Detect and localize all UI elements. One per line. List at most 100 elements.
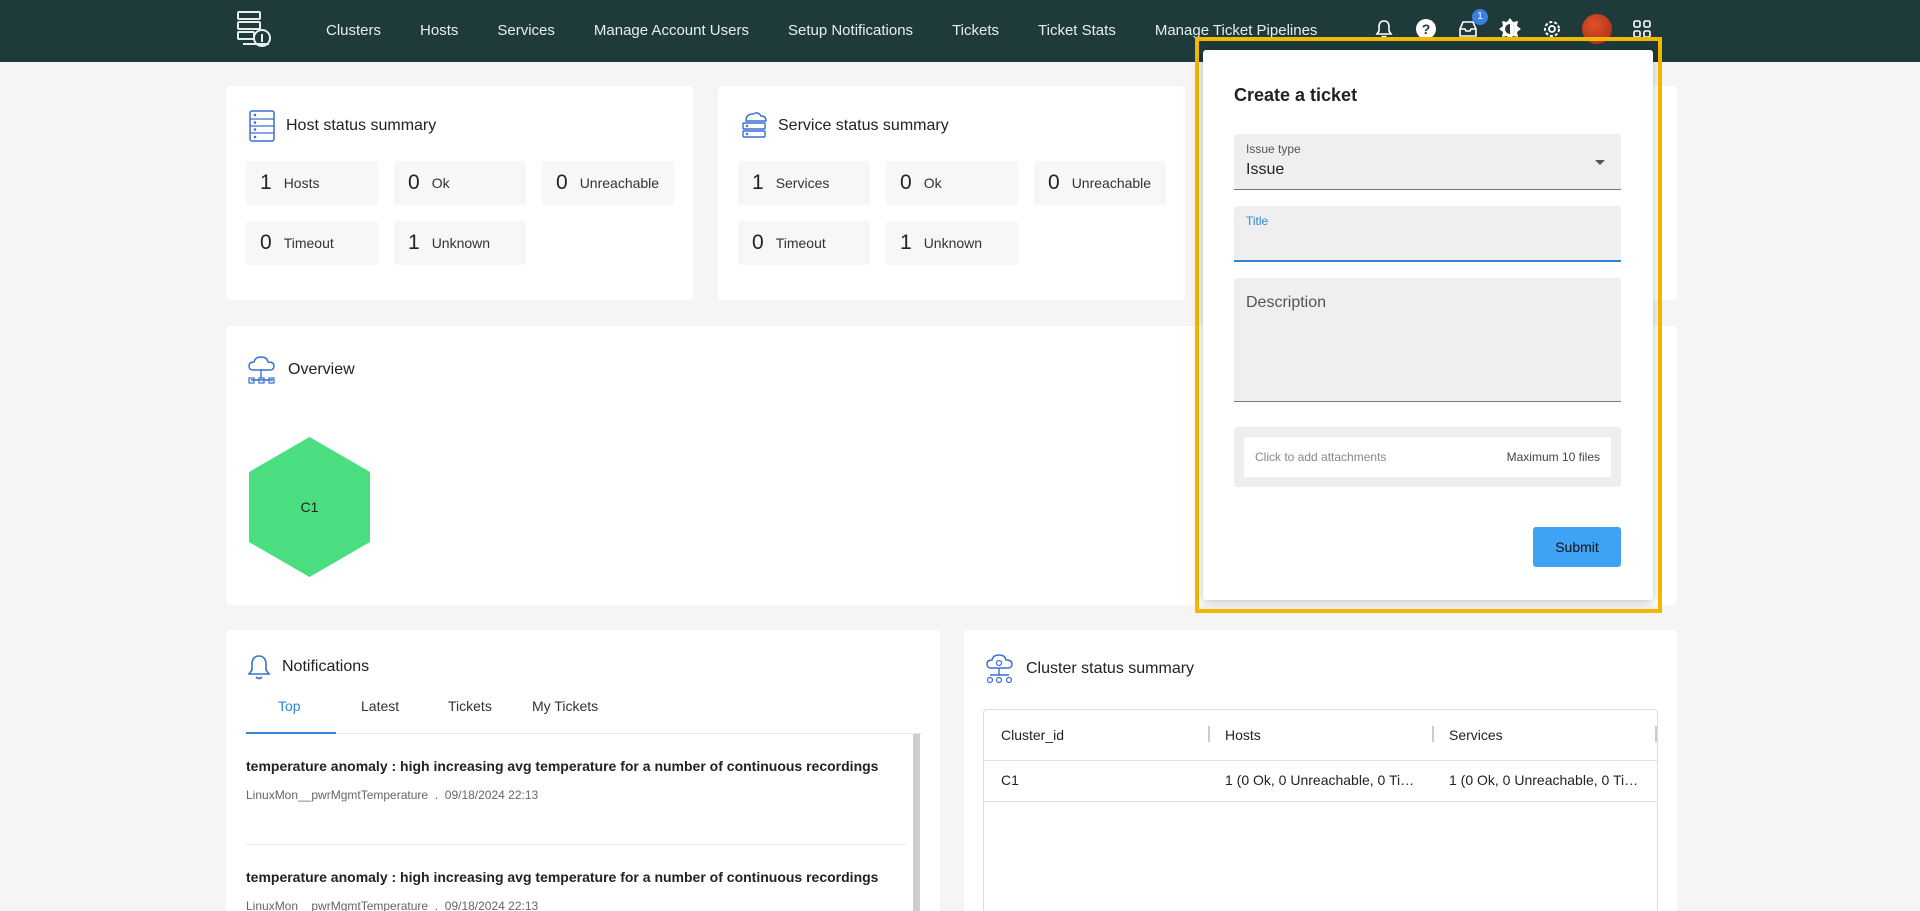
attachments-placeholder: Click to add attachments: [1255, 450, 1387, 464]
nav-manage-account-users[interactable]: Manage Account Users: [594, 22, 749, 39]
title-input[interactable]: Title: [1234, 206, 1621, 262]
stat-label: Ok: [431, 175, 450, 191]
notification-divider: [246, 844, 906, 845]
notification-list: temperature anomaly : high increasing av…: [246, 734, 920, 911]
service-stat-unknown: 1 Unknown: [886, 221, 1018, 265]
tab-top[interactable]: Top: [278, 698, 301, 714]
nav-hosts[interactable]: Hosts: [420, 22, 458, 39]
stat-number: 0: [260, 231, 272, 254]
nav-ticket-stats[interactable]: Ticket Stats: [1038, 22, 1116, 39]
list-item[interactable]: temperature anomaly : high increasing av…: [246, 869, 906, 911]
host-stat-ok: 0 Ok: [394, 161, 526, 205]
cell-hosts[interactable]: 1 (0 Ok, 0 Unreachable, 0 Timeout, 1 Unk…: [1225, 772, 1421, 788]
stat-label: Unreachable: [1071, 175, 1152, 191]
stat-number: 1: [752, 171, 764, 194]
column-separator[interactable]: [1208, 726, 1210, 742]
service-stat-timeout: 0 Timeout: [738, 221, 870, 265]
stat-number: 1: [408, 231, 420, 254]
stat-number: 0: [556, 171, 568, 194]
stat-label: Timeout: [283, 235, 334, 251]
overview-title-text: Overview: [288, 361, 355, 378]
issue-type-select[interactable]: Issue type Issue: [1234, 134, 1621, 190]
submit-button[interactable]: Submit: [1533, 527, 1621, 567]
issue-type-value: Issue: [1246, 161, 1285, 178]
notification-time: 09/18/2024 22:13: [444, 788, 539, 802]
cell-services[interactable]: 1 (0 Ok, 0 Unreachable, 0 Timeout, 1 Unk…: [1449, 772, 1645, 788]
stat-number: 0: [408, 171, 420, 194]
notifications-title-text: Notifications: [282, 658, 370, 675]
notification-time: 09/18/2024 22:13: [444, 899, 539, 911]
description-label: Description: [1246, 294, 1327, 311]
stat-label: Unknown: [431, 235, 491, 251]
cluster-status-title-text: Cluster status summary: [1026, 660, 1195, 677]
cluster-status-title: Cluster status summary: [984, 653, 1194, 685]
host-stat-hosts: 1 Hosts: [246, 161, 378, 205]
notification-scrollbar[interactable]: [913, 734, 920, 911]
column-separator[interactable]: [1432, 726, 1434, 742]
row-divider: [984, 801, 1657, 802]
host-status-title: Host status summary: [248, 109, 436, 143]
nav-tickets[interactable]: Tickets: [952, 22, 999, 39]
column-separator[interactable]: [1655, 726, 1657, 742]
notification-title: temperature anomaly : high increasing av…: [246, 758, 879, 774]
attachments-max: Maximum 10 files: [1506, 450, 1600, 464]
tab-tickets[interactable]: Tickets: [448, 698, 492, 714]
stat-number: 0: [900, 171, 912, 194]
cluster-cloud-icon: [986, 654, 1013, 684]
attachments-dropzone[interactable]: Click to add attachments Maximum 10 file…: [1244, 437, 1611, 477]
host-stat-unknown: 1 Unknown: [394, 221, 526, 265]
column-header-services[interactable]: Services: [1449, 710, 1503, 760]
stat-label: Ok: [923, 175, 942, 191]
description-textarea[interactable]: Description: [1234, 278, 1621, 402]
notification-meta: LinuxMon__pwrMgmtTemperature . 09/18/202…: [246, 899, 539, 911]
attachments-area: Click to add attachments Maximum 10 file…: [1234, 427, 1621, 487]
notification-meta: LinuxMon__pwrMgmtTemperature . 09/18/202…: [246, 788, 539, 802]
stat-number: 0: [752, 231, 764, 254]
cell-cluster-id[interactable]: C1: [1001, 772, 1201, 788]
column-header-hosts[interactable]: Hosts: [1225, 710, 1261, 760]
column-header-cluster-id[interactable]: Cluster_id: [1001, 710, 1064, 760]
svg-text:?: ?: [1422, 21, 1431, 37]
notifications-title: Notifications: [246, 653, 369, 681]
create-ticket-modal: Create a ticket Issue type Issue Title D…: [1203, 50, 1653, 600]
issue-type-label: Issue type: [1246, 142, 1301, 156]
cloud-network-icon: [248, 356, 275, 384]
cluster-table: Cluster_id Hosts Services C1 1 (0 Ok, 0 …: [983, 709, 1658, 911]
stat-label: Timeout: [775, 235, 826, 251]
stat-label: Hosts: [283, 175, 320, 191]
stat-label: Services: [775, 175, 830, 191]
notification-source: LinuxMon__pwrMgmtTemperature: [246, 788, 429, 802]
title-label: Title: [1246, 214, 1269, 228]
app-logo-icon[interactable]: [235, 10, 275, 48]
host-stat-timeout: 0 Timeout: [246, 221, 378, 265]
nav-setup-notifications[interactable]: Setup Notifications: [788, 22, 913, 39]
stat-label: Unknown: [923, 235, 983, 251]
inbox-badge: 1: [1472, 9, 1488, 25]
service-status-title: Service status summary: [740, 109, 949, 143]
stat-label: Unreachable: [579, 175, 660, 191]
tab-latest[interactable]: Latest: [361, 698, 399, 714]
stat-number: 1: [900, 231, 912, 254]
nav-clusters[interactable]: Clusters: [326, 22, 381, 39]
service-status-title-text: Service status summary: [778, 117, 949, 134]
server-rack-icon: [249, 110, 275, 142]
host-stat-unreachable: 0 Unreachable: [542, 161, 674, 205]
nav-services[interactable]: Services: [497, 22, 555, 39]
header-divider: [984, 760, 1657, 761]
service-stat-services: 1 Services: [738, 161, 870, 205]
modal-title: Create a ticket: [1234, 85, 1358, 105]
dropdown-caret-icon[interactable]: [1595, 160, 1605, 165]
service-stat-unreachable: 0 Unreachable: [1034, 161, 1166, 205]
stat-number: 0: [1048, 171, 1060, 194]
bell-outline-icon: [247, 655, 271, 680]
stat-number: 1: [260, 171, 272, 194]
service-stat-ok: 0 Ok: [886, 161, 1018, 205]
list-item[interactable]: temperature anomaly : high increasing av…: [246, 758, 906, 802]
host-status-title-text: Host status summary: [286, 117, 437, 134]
notification-title: temperature anomaly : high increasing av…: [246, 869, 879, 885]
tab-my-tickets[interactable]: My Tickets: [532, 698, 598, 714]
overview-title: Overview: [246, 354, 355, 386]
nav-manage-ticket-pipelines[interactable]: Manage Ticket Pipelines: [1155, 22, 1318, 39]
notification-tabs: Top Latest Tickets My Tickets: [246, 690, 922, 734]
notification-source: LinuxMon__pwrMgmtTemperature: [246, 899, 429, 911]
